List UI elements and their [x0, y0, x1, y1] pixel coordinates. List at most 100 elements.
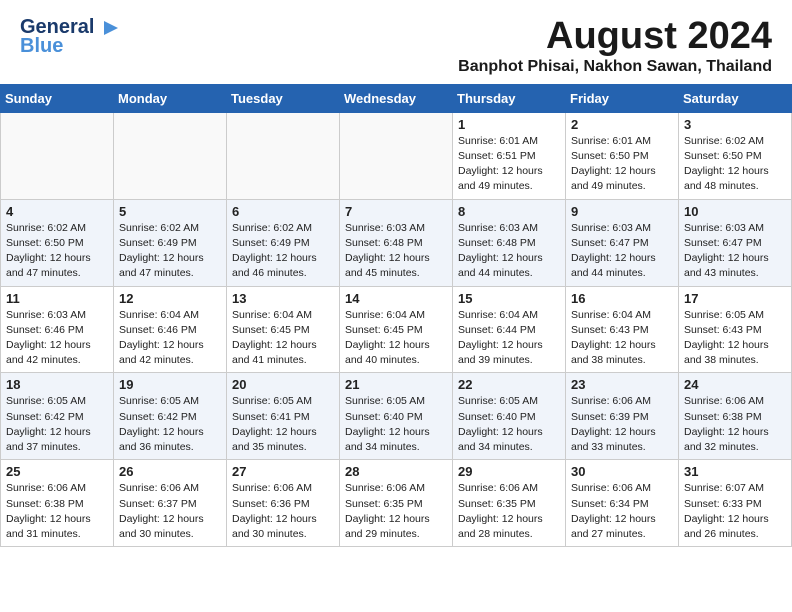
day-cell-29: 29 Sunrise: 6:06 AM Sunset: 6:35 PM Dayli…: [453, 460, 566, 547]
day-number: 30: [571, 464, 673, 479]
day-cell-11: 11Sunrise: 6:03 AM Sunset: 6:46 PM Dayli…: [1, 286, 114, 373]
day-number: 10: [684, 204, 786, 219]
day-cell-6: 6Sunrise: 6:02 AM Sunset: 6:49 PM Daylig…: [227, 199, 340, 286]
day-cell-1: 1 Sunrise: 6:01 AM Sunset: 6:51 PM Daylig…: [453, 112, 566, 199]
day-number: 17: [684, 291, 786, 306]
day-info: Sunrise: 6:06 AM Sunset: 6:35 PM Dayligh…: [458, 481, 560, 542]
day-cell-21: 21 Sunrise: 6:05 AM Sunset: 6:40 PM Dayli…: [340, 373, 453, 460]
day-cell-27: 27Sunrise: 6:06 AM Sunset: 6:36 PM Dayli…: [227, 460, 340, 547]
day-info: Sunrise: 6:02 AM Sunset: 6:50 PM Dayligh…: [684, 134, 786, 195]
week-row-5: 25 Sunrise: 6:06 AM Sunset: 6:38 PM Dayli…: [1, 460, 792, 547]
day-info: Sunrise: 6:04 AM Sunset: 6:45 PM Dayligh…: [345, 308, 447, 369]
day-info: Sunrise: 6:03 AM Sunset: 6:47 PM Dayligh…: [571, 221, 673, 282]
weekday-header-saturday: Saturday: [679, 84, 792, 112]
header: General Blue August 2024 Banphot Phisai,…: [0, 0, 792, 84]
day-cell-15: 15 Sunrise: 6:04 AM Sunset: 6:44 PM Dayli…: [453, 286, 566, 373]
day-number: 29: [458, 464, 560, 479]
day-info: Sunrise: 6:06 AM Sunset: 6:38 PM Dayligh…: [684, 394, 786, 455]
weekday-header-friday: Friday: [566, 84, 679, 112]
day-info: Sunrise: 6:04 AM Sunset: 6:45 PM Dayligh…: [232, 308, 334, 369]
day-info: Sunrise: 6:04 AM Sunset: 6:43 PM Dayligh…: [571, 308, 673, 369]
day-info: Sunrise: 6:05 AM Sunset: 6:40 PM Dayligh…: [458, 394, 560, 455]
week-row-2: 4 Sunrise: 6:02 AM Sunset: 6:50 PM Daylig…: [1, 199, 792, 286]
day-info: Sunrise: 6:04 AM Sunset: 6:46 PM Dayligh…: [119, 308, 221, 369]
day-number: 14: [345, 291, 447, 306]
day-info: Sunrise: 6:06 AM Sunset: 6:35 PM Dayligh…: [345, 481, 447, 542]
day-cell-2: 2Sunrise: 6:01 AM Sunset: 6:50 PM Daylig…: [566, 112, 679, 199]
day-number: 27: [232, 464, 334, 479]
day-cell-10: 10 Sunrise: 6:03 AM Sunset: 6:47 PM Dayli…: [679, 199, 792, 286]
empty-cell: [340, 112, 453, 199]
day-info: Sunrise: 6:03 AM Sunset: 6:47 PM Dayligh…: [684, 221, 786, 282]
day-info: Sunrise: 6:05 AM Sunset: 6:42 PM Dayligh…: [119, 394, 221, 455]
day-info: Sunrise: 6:04 AM Sunset: 6:44 PM Dayligh…: [458, 308, 560, 369]
weekday-header-sunday: Sunday: [1, 84, 114, 112]
calendar: SundayMondayTuesdayWednesdayThursdayFrid…: [0, 84, 792, 547]
day-info: Sunrise: 6:06 AM Sunset: 6:37 PM Dayligh…: [119, 481, 221, 542]
day-number: 8: [458, 204, 560, 219]
day-info: Sunrise: 6:03 AM Sunset: 6:48 PM Dayligh…: [458, 221, 560, 282]
day-cell-5: 5 Sunrise: 6:02 AM Sunset: 6:49 PM Daylig…: [114, 199, 227, 286]
day-cell-26: 26 Sunrise: 6:06 AM Sunset: 6:37 PM Dayli…: [114, 460, 227, 547]
day-info: Sunrise: 6:02 AM Sunset: 6:50 PM Dayligh…: [6, 221, 108, 282]
day-number: 26: [119, 464, 221, 479]
day-info: Sunrise: 6:01 AM Sunset: 6:51 PM Dayligh…: [458, 134, 560, 195]
day-cell-30: 30Sunrise: 6:06 AM Sunset: 6:34 PM Dayli…: [566, 460, 679, 547]
day-number: 3: [684, 117, 786, 132]
day-cell-25: 25 Sunrise: 6:06 AM Sunset: 6:38 PM Dayli…: [1, 460, 114, 547]
day-number: 28: [345, 464, 447, 479]
day-number: 24: [684, 377, 786, 392]
day-cell-18: 18 Sunrise: 6:05 AM Sunset: 6:42 PM Dayli…: [1, 373, 114, 460]
day-cell-22: 22 Sunrise: 6:05 AM Sunset: 6:40 PM Dayli…: [453, 373, 566, 460]
weekday-header-monday: Monday: [114, 84, 227, 112]
day-number: 4: [6, 204, 108, 219]
location: Banphot Phisai, Nakhon Sawan, Thailand: [458, 58, 772, 76]
day-cell-4: 4 Sunrise: 6:02 AM Sunset: 6:50 PM Daylig…: [1, 199, 114, 286]
day-cell-12: 12 Sunrise: 6:04 AM Sunset: 6:46 PM Dayli…: [114, 286, 227, 373]
day-number: 18: [6, 377, 108, 392]
empty-cell: [227, 112, 340, 199]
day-cell-17: 17 Sunrise: 6:05 AM Sunset: 6:43 PM Dayli…: [679, 286, 792, 373]
day-info: Sunrise: 6:07 AM Sunset: 6:33 PM Dayligh…: [684, 481, 786, 542]
day-info: Sunrise: 6:06 AM Sunset: 6:39 PM Dayligh…: [571, 394, 673, 455]
day-info: Sunrise: 6:06 AM Sunset: 6:38 PM Dayligh…: [6, 481, 108, 542]
weekday-header-wednesday: Wednesday: [340, 84, 453, 112]
day-cell-28: 28 Sunrise: 6:06 AM Sunset: 6:35 PM Dayli…: [340, 460, 453, 547]
day-number: 13: [232, 291, 334, 306]
day-number: 7: [345, 204, 447, 219]
day-info: Sunrise: 6:05 AM Sunset: 6:42 PM Dayligh…: [6, 394, 108, 455]
day-number: 15: [458, 291, 560, 306]
day-number: 21: [345, 377, 447, 392]
day-info: Sunrise: 6:05 AM Sunset: 6:40 PM Dayligh…: [345, 394, 447, 455]
day-number: 9: [571, 204, 673, 219]
day-number: 22: [458, 377, 560, 392]
day-cell-16: 16Sunrise: 6:04 AM Sunset: 6:43 PM Dayli…: [566, 286, 679, 373]
month-title: August 2024: [458, 16, 772, 58]
day-info: Sunrise: 6:01 AM Sunset: 6:50 PM Dayligh…: [571, 134, 673, 195]
day-cell-31: 31 Sunrise: 6:07 AM Sunset: 6:33 PM Dayli…: [679, 460, 792, 547]
day-number: 1: [458, 117, 560, 132]
day-cell-14: 14 Sunrise: 6:04 AM Sunset: 6:45 PM Dayli…: [340, 286, 453, 373]
weekday-header-thursday: Thursday: [453, 84, 566, 112]
day-cell-3: 3 Sunrise: 6:02 AM Sunset: 6:50 PM Daylig…: [679, 112, 792, 199]
header-right: August 2024 Banphot Phisai, Nakhon Sawan…: [458, 16, 772, 76]
weekday-header-row: SundayMondayTuesdayWednesdayThursdayFrid…: [1, 84, 792, 112]
day-cell-9: 9 Sunrise: 6:03 AM Sunset: 6:47 PM Daylig…: [566, 199, 679, 286]
day-cell-13: 13 Sunrise: 6:04 AM Sunset: 6:45 PM Dayli…: [227, 286, 340, 373]
day-info: Sunrise: 6:02 AM Sunset: 6:49 PM Dayligh…: [119, 221, 221, 282]
day-number: 19: [119, 377, 221, 392]
day-info: Sunrise: 6:05 AM Sunset: 6:43 PM Dayligh…: [684, 308, 786, 369]
empty-cell: [1, 112, 114, 199]
day-number: 20: [232, 377, 334, 392]
day-cell-24: 24 Sunrise: 6:06 AM Sunset: 6:38 PM Dayli…: [679, 373, 792, 460]
weekday-header-tuesday: Tuesday: [227, 84, 340, 112]
day-number: 5: [119, 204, 221, 219]
logo: General Blue: [20, 16, 118, 58]
day-info: Sunrise: 6:02 AM Sunset: 6:49 PM Dayligh…: [232, 221, 334, 282]
day-cell-19: 19 Sunrise: 6:05 AM Sunset: 6:42 PM Dayli…: [114, 373, 227, 460]
day-cell-7: 7Sunrise: 6:03 AM Sunset: 6:48 PM Daylig…: [340, 199, 453, 286]
day-number: 31: [684, 464, 786, 479]
day-number: 25: [6, 464, 108, 479]
day-cell-23: 23Sunrise: 6:06 AM Sunset: 6:39 PM Dayli…: [566, 373, 679, 460]
day-number: 12: [119, 291, 221, 306]
